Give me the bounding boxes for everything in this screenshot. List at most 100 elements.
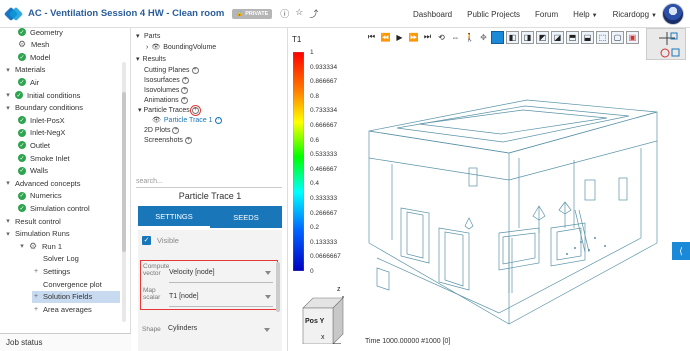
- user-avatar[interactable]: [662, 3, 684, 25]
- post-tree-screenshots[interactable]: Screenshots +: [144, 135, 192, 145]
- sidebar-item-simulation-control[interactable]: ✓ Simulation control: [18, 202, 120, 214]
- tab-settings[interactable]: SETTINGS: [138, 206, 210, 228]
- sidebar-item-area-averages[interactable]: + Area averages: [32, 303, 120, 315]
- post-tree-animations[interactable]: Animations +: [144, 95, 188, 105]
- search-placeholder: search...: [136, 178, 163, 185]
- map-scalar-select[interactable]: Map scalar T1 [node]: [143, 287, 273, 307]
- simulation-tree: ✓ Geometry ⚙ Mesh ✓ Model ▾ Materials ✓ Air ▾ ✓ Init…: [0, 28, 131, 333]
- collapse-icon[interactable]: ▾: [136, 32, 144, 40]
- visible-toggle[interactable]: ✓ Visible: [142, 236, 179, 245]
- add-icon[interactable]: +: [181, 76, 189, 84]
- collapse-icon[interactable]: ▾: [4, 217, 12, 225]
- sidebar-item-settings[interactable]: + Settings: [32, 265, 120, 277]
- more-icon[interactable]: ⋯: [214, 116, 222, 124]
- time-readout: Time 1000.00000 #1000 [0]: [365, 338, 451, 345]
- sidebar-item-advanced-concepts[interactable]: ▾ Advanced concepts: [4, 177, 120, 189]
- sidebar-item-air[interactable]: ✓ Air: [18, 76, 120, 88]
- sidebar-item-inlet-posx[interactable]: ✓ Inlet-PosX: [18, 114, 120, 126]
- check-circle-icon: ✓: [18, 154, 26, 162]
- private-badge: 🔒 PRIVATE: [232, 8, 273, 19]
- panel-scrollbar[interactable]: [276, 262, 280, 312]
- sidebar-item-walls[interactable]: ✓ Walls: [18, 165, 120, 177]
- sidebar-item-run-1[interactable]: ▾ ⚙ Run 1: [18, 240, 120, 252]
- nav-help-label: Help: [573, 9, 590, 19]
- post-tree-search-input[interactable]: search...: [136, 176, 282, 188]
- sidebar-item-solver-log[interactable]: Solver Log: [32, 253, 120, 265]
- expand-plus-icon[interactable]: +: [32, 268, 40, 275]
- sidebar-item-geometry[interactable]: ✓ Geometry: [18, 28, 120, 38]
- add-icon[interactable]: +: [191, 66, 199, 74]
- sidebar-item-boundary-conditions[interactable]: ▾ Boundary conditions: [4, 102, 120, 114]
- sidebar-item-label: Simulation control: [30, 203, 90, 213]
- nav-help[interactable]: Help ▼: [573, 10, 597, 19]
- top-nav: Dashboard Public Projects Forum Help ▼ Ri…: [413, 0, 657, 28]
- post-tree-bounding-volume[interactable]: › 👁 BoundingVolume: [146, 42, 216, 52]
- collapse-icon[interactable]: ▾: [4, 66, 12, 74]
- check-circle-icon: ✓: [18, 78, 26, 87]
- collapse-icon[interactable]: ▾: [4, 104, 12, 112]
- add-icon[interactable]: +: [184, 136, 192, 144]
- sidebar-item-label: Numerics: [30, 191, 62, 201]
- post-tree-cutting-planes[interactable]: Cutting Planes +: [144, 65, 199, 75]
- add-icon[interactable]: +: [180, 96, 188, 104]
- post-tree-isovolumes-label: Isovolumes: [144, 86, 180, 94]
- sidebar-item-solution-fields[interactable]: + Solution Fields: [32, 290, 120, 303]
- collapse-icon[interactable]: ▾: [138, 106, 142, 114]
- expand-plus-icon[interactable]: +: [32, 293, 40, 300]
- add-particle-trace-icon[interactable]: +: [189, 104, 201, 116]
- post-tree-cutting-planes-label: Cutting Planes: [144, 66, 190, 74]
- sidebar-item-initial-conditions[interactable]: ▾ ✓ Initial conditions: [4, 89, 120, 101]
- visible-checkbox[interactable]: ✓: [142, 236, 151, 245]
- eye-icon[interactable]: 👁: [151, 43, 160, 51]
- sidebar-item-label: Boundary conditions: [15, 103, 83, 113]
- nav-public-projects[interactable]: Public Projects: [467, 10, 520, 19]
- compute-vector-select[interactable]: Compute vector Velocity [node]: [143, 263, 273, 283]
- sidebar-item-convergence-plot[interactable]: Convergence plot: [32, 278, 120, 290]
- post-tree-particle-traces[interactable]: ▾ Particle Traces +: [138, 104, 201, 116]
- 3d-viewer[interactable]: T1 1 0.933334 0.866667 0.8 0.733334 0.666667 0…: [289, 28, 690, 351]
- nav-user[interactable]: Ricardopg ▼: [613, 10, 657, 19]
- info-icon[interactable]: ⓘ: [280, 7, 289, 20]
- post-tree-parts[interactable]: ▾ Parts: [136, 31, 160, 41]
- settings-form: ✓ Visible Compute vector Velocity [node]…: [138, 230, 282, 351]
- collapse-icon[interactable]: ▾: [4, 230, 12, 238]
- post-tree-results[interactable]: ▾ Results: [136, 54, 166, 64]
- sidebar-item-simulation-runs[interactable]: ▾ Simulation Runs: [4, 228, 120, 240]
- sidebar-item-inlet-negx[interactable]: ✓ Inlet-NegX: [18, 127, 120, 139]
- shape-select[interactable]: Shape Cylinders: [142, 322, 272, 338]
- nav-dashboard[interactable]: Dashboard: [413, 10, 452, 19]
- project-title: AC - Ventilation Session 4 HW - Clean ro…: [28, 8, 225, 19]
- collapse-icon[interactable]: ▾: [18, 242, 26, 250]
- sidebar-item-model[interactable]: ✓ Model: [18, 51, 120, 63]
- share-viewer-icon[interactable]: ⟨: [672, 242, 690, 260]
- post-tree-2d-plots[interactable]: 2D Plots +: [144, 125, 180, 135]
- job-status-panel[interactable]: Job status: [0, 333, 131, 351]
- share-icon[interactable]: ⤴: [309, 7, 318, 20]
- sidebar-item-mesh[interactable]: ⚙ Mesh: [18, 39, 120, 51]
- star-icon[interactable]: ☆: [295, 7, 303, 20]
- eye-icon[interactable]: 👁: [152, 116, 161, 124]
- tree-scrollbar-thumb[interactable]: [122, 92, 126, 252]
- post-tree-isovolumes[interactable]: Isovolumes +: [144, 85, 189, 95]
- tree-scrollbar[interactable]: [122, 62, 126, 322]
- simscale-logo-icon[interactable]: [3, 6, 24, 22]
- sidebar-item-materials[interactable]: ▾ Materials: [4, 64, 120, 76]
- sidebar-item-outlet[interactable]: ✓ Outlet: [18, 139, 120, 151]
- add-icon[interactable]: +: [181, 86, 189, 94]
- add-icon[interactable]: +: [172, 126, 180, 134]
- sidebar-item-result-control[interactable]: ▾ Result control: [4, 215, 120, 227]
- collapse-icon[interactable]: ▾: [136, 55, 140, 63]
- post-tree-particle-trace-1[interactable]: 👁 Particle Trace 1 ⋯: [152, 115, 222, 125]
- expand-plus-icon[interactable]: +: [32, 306, 40, 313]
- tab-seeds[interactable]: SEEDS: [210, 206, 282, 228]
- collapse-icon[interactable]: ▾: [4, 91, 12, 99]
- chevron-right-icon[interactable]: ›: [146, 44, 148, 51]
- nav-forum[interactable]: Forum: [535, 10, 558, 19]
- collapse-icon[interactable]: ▾: [4, 179, 12, 187]
- field-underline: [169, 306, 273, 307]
- sidebar-item-numerics[interactable]: ✓ Numerics: [18, 190, 120, 202]
- map-scalar-label: Map scalar: [143, 287, 161, 301]
- sidebar-item-smoke-inlet[interactable]: ✓ Smoke Inlet: [18, 152, 120, 164]
- post-tree-isosurfaces[interactable]: Isosurfaces +: [144, 75, 189, 85]
- map-scalar-value: T1 [node]: [169, 293, 199, 300]
